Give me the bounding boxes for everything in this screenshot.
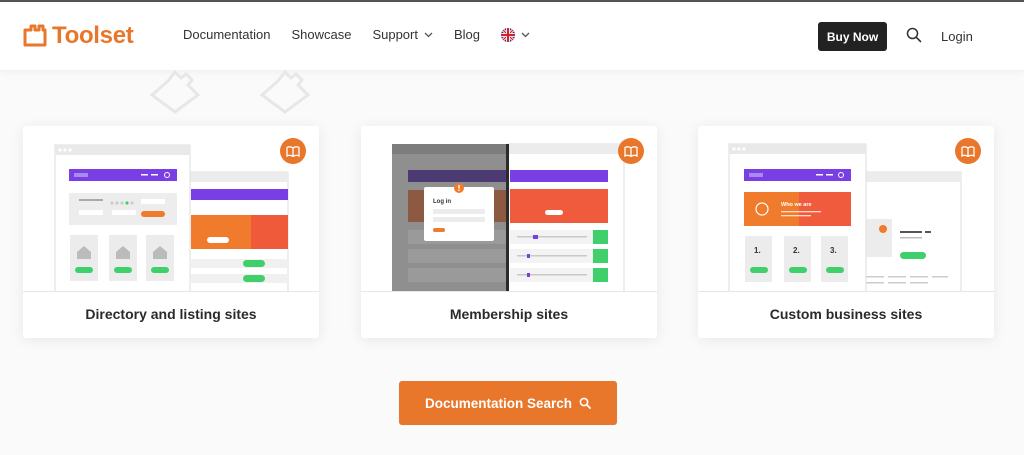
nav-item-support[interactable]: Support — [372, 27, 433, 42]
uk-flag-icon — [501, 27, 516, 42]
directory-illustration — [54, 144, 289, 291]
book-icon — [624, 145, 638, 157]
logo-text: Toolset — [52, 22, 134, 49]
chevron-down-icon — [424, 32, 433, 37]
buy-now-button[interactable]: Buy Now — [818, 22, 887, 51]
card-membership[interactable]: Log in Membership sites — [361, 126, 657, 338]
nav-item-showcase[interactable]: Showcase — [291, 27, 351, 42]
membership-illustration: Log in — [392, 143, 625, 291]
step-number: 1. — [754, 246, 761, 255]
card-directory-listing[interactable]: Directory and listing sites — [23, 126, 319, 338]
card-custom-business[interactable]: Who we are 1. 2. 3. Custom business site… — [698, 126, 994, 338]
nav-item-blog[interactable]: Blog — [454, 27, 480, 42]
card-title: Directory and listing sites — [85, 306, 257, 322]
mock-login-text: Log in — [433, 199, 451, 205]
login-link[interactable]: Login — [941, 29, 973, 44]
docs-book-badge — [955, 138, 981, 164]
docs-book-badge — [280, 138, 306, 164]
logo-mark-icon — [23, 24, 47, 47]
main-nav: Documentation Showcase Support Blog — [183, 27, 551, 42]
search-icon — [579, 397, 591, 409]
docs-book-badge — [618, 138, 644, 164]
book-icon — [286, 145, 300, 157]
card-divider — [698, 291, 994, 292]
language-switcher[interactable] — [501, 27, 530, 42]
card-divider — [361, 291, 657, 292]
search-icon[interactable] — [906, 27, 922, 43]
card-title: Custom business sites — [769, 306, 923, 322]
business-illustration: Who we are 1. 2. 3. — [728, 143, 962, 291]
decorative-puzzle-icon — [259, 69, 311, 114]
step-number: 2. — [793, 246, 800, 255]
mock-who-we-are-text: Who we are — [781, 202, 812, 208]
toolset-logo[interactable]: Toolset — [22, 22, 134, 50]
documentation-search-button[interactable]: Documentation Search — [399, 381, 617, 425]
chevron-down-icon — [521, 32, 530, 37]
book-icon — [961, 145, 975, 157]
card-divider — [23, 291, 319, 292]
site-header: Toolset Documentation Showcase Support B… — [0, 2, 1024, 70]
documentation-search-label: Documentation Search — [424, 395, 573, 411]
nav-item-support-label: Support — [372, 27, 418, 42]
decorative-puzzle-icon — [149, 69, 201, 114]
step-number: 3. — [830, 246, 837, 255]
card-title: Membership sites — [449, 306, 569, 322]
nav-item-documentation[interactable]: Documentation — [183, 27, 270, 42]
